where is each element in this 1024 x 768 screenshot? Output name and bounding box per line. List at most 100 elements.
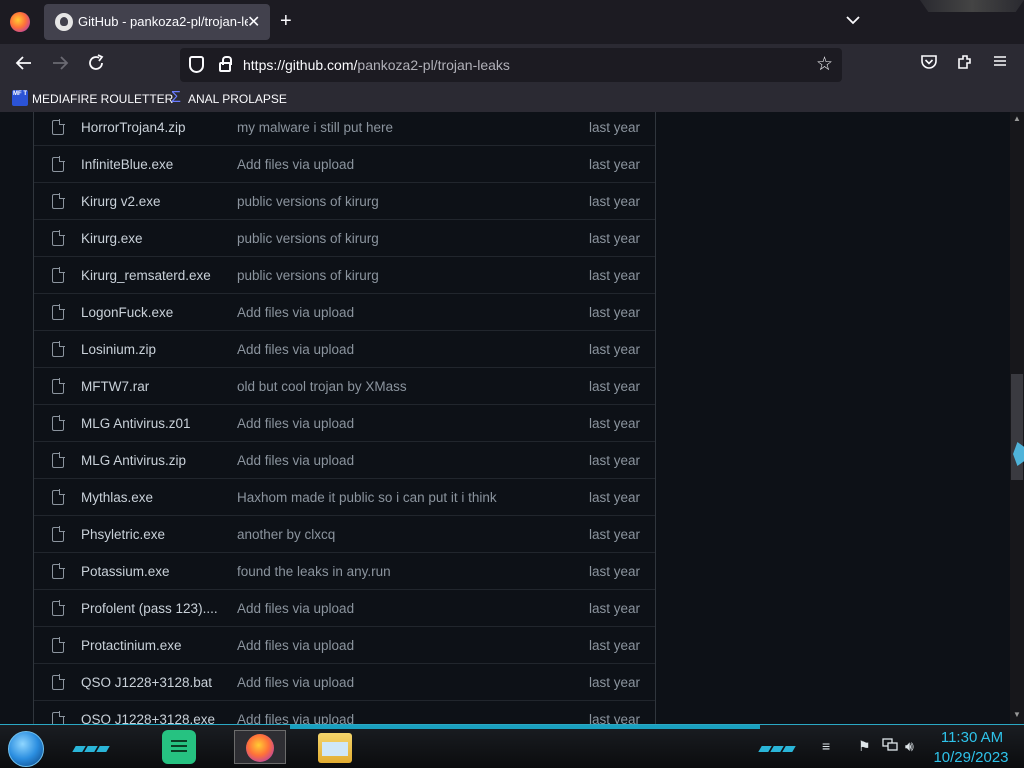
file-name-link[interactable]: QSO J1228+3128.exe — [81, 712, 215, 724]
commit-message-link[interactable]: old but cool trojan by XMass — [237, 379, 407, 394]
file-name-link[interactable]: MLG Antivirus.z01 — [81, 416, 191, 431]
file-row[interactable]: Kirurg v2.exe public versions of kirurg la… — [34, 183, 655, 220]
commit-date: last year — [589, 712, 641, 724]
file-icon — [52, 711, 65, 724]
file-row[interactable]: InfiniteBlue.exe Add files via upload last… — [34, 146, 655, 183]
file-row[interactable]: Kirurg.exe public versions of kirurg last … — [34, 220, 655, 257]
file-name-link[interactable]: Protactinium.exe — [81, 638, 182, 653]
new-tab-icon[interactable]: + — [280, 10, 292, 33]
file-name-link[interactable]: QSO J1228+3128.bat — [81, 675, 212, 690]
file-row[interactable]: QSO J1228+3128.bat Add files via upload la… — [34, 664, 655, 701]
url-text[interactable]: https://github.com/pankoza2-pl/trojan-le… — [243, 57, 510, 73]
file-row[interactable]: MFTW7.rar old but cool trojan by XMass las… — [34, 368, 655, 405]
file-name-link[interactable]: Kirurg.exe — [81, 231, 143, 246]
file-row[interactable]: QSO J1228+3128.exe Add files via upload la… — [34, 701, 655, 724]
file-name-link[interactable]: Phsyletric.exe — [81, 527, 165, 542]
commit-date: last year — [589, 675, 641, 690]
file-name-link[interactable]: MFTW7.rar — [81, 379, 149, 394]
clock-date[interactable]: 10/29/2023 — [926, 749, 1016, 766]
clock-time[interactable]: 11:30 AM — [932, 729, 1012, 746]
back-arrow-icon[interactable] — [14, 53, 34, 79]
scroll-up-arrow-icon[interactable]: ▲ — [1013, 114, 1021, 123]
page-content: HorrorTrojan4.zip my malware i still put … — [0, 112, 1010, 724]
menu-hamburger-icon[interactable] — [992, 53, 1008, 74]
file-row[interactable]: Losinium.zip Add files via upload last yea… — [34, 331, 655, 368]
pocket-icon[interactable] — [920, 53, 938, 76]
file-name-link[interactable]: Profolent (pass 123).... — [81, 601, 218, 616]
tab-list-chevron-icon[interactable] — [846, 12, 860, 28]
commit-message-link[interactable]: public versions of kirurg — [237, 231, 379, 246]
file-explorer-icon[interactable] — [318, 733, 352, 763]
file-row[interactable]: Phsyletric.exe another by clxcq last year — [34, 516, 655, 553]
network-icon[interactable] — [882, 738, 898, 755]
file-name-link[interactable]: Kirurg v2.exe — [81, 194, 161, 209]
commit-message-link[interactable]: public versions of kirurg — [237, 194, 379, 209]
file-name-link[interactable]: Kirurg_remsaterd.exe — [81, 268, 211, 283]
tray-overflow-icon[interactable]: ≡ — [822, 738, 830, 754]
file-row[interactable]: Kirurg_remsaterd.exe public versions of k… — [34, 257, 655, 294]
file-icon — [52, 341, 65, 357]
commit-message-link[interactable]: Add files via upload — [237, 157, 354, 172]
firefox-taskbar-icon[interactable] — [234, 730, 286, 764]
volume-icon[interactable]: 🔊︎ — [905, 738, 914, 755]
firefox-icon[interactable] — [10, 12, 30, 32]
commit-message-link[interactable]: Add files via upload — [237, 712, 354, 724]
commit-message-link[interactable]: public versions of kirurg — [237, 268, 379, 283]
file-icon — [52, 674, 65, 690]
file-row[interactable]: HorrorTrojan4.zip my malware i still put … — [34, 112, 655, 146]
tab-close-icon[interactable]: ✕ — [247, 12, 260, 32]
tracking-shield-icon[interactable] — [189, 56, 204, 73]
chevron-decoration-icon — [72, 739, 110, 752]
file-row[interactable]: Profolent (pass 123).... Add files via up… — [34, 590, 655, 627]
commit-message-link[interactable]: Add files via upload — [237, 305, 354, 320]
file-icon — [52, 304, 65, 320]
commit-message-link[interactable]: Add files via upload — [237, 675, 354, 690]
bookmark-label: MEDIAFIRE ROULETTER — [32, 92, 174, 106]
tab-title: GitHub - pankoza2-pl/trojan-leaks — [78, 14, 248, 29]
file-row[interactable]: MLG Antivirus.z01 Add files via upload las… — [34, 405, 655, 442]
file-icon — [52, 526, 65, 542]
url-bar[interactable]: https://github.com/pankoza2-pl/trojan-le… — [180, 48, 842, 82]
commit-message-link[interactable]: found the leaks in any.run — [237, 564, 391, 579]
notes-app-icon[interactable] — [162, 730, 196, 764]
reload-icon[interactable] — [86, 53, 106, 79]
url-host: https://github.com/ — [243, 57, 358, 73]
action-center-flag-icon[interactable]: ⚑ — [858, 738, 871, 755]
file-row[interactable]: LogonFuck.exe Add files via upload last ye… — [34, 294, 655, 331]
file-icon — [52, 267, 65, 283]
file-icon — [52, 119, 65, 135]
commit-message-link[interactable]: Add files via upload — [237, 416, 354, 431]
vertical-scrollbar[interactable]: ▲ ▼ — [1010, 112, 1024, 724]
commit-message-link[interactable]: my malware i still put here — [237, 120, 393, 135]
browser-tab[interactable]: GitHub - pankoza2-pl/trojan-leaks ✕ — [44, 4, 270, 40]
taskbar: ≡ ⚑ 🔊︎ 11:30 AM 10/29/2023 — [0, 724, 1024, 768]
file-row[interactable]: Protactinium.exe Add files via upload last… — [34, 627, 655, 664]
lock-icon[interactable] — [219, 56, 232, 72]
file-name-link[interactable]: InfiniteBlue.exe — [81, 157, 173, 172]
commit-date: last year — [589, 194, 641, 209]
scroll-down-arrow-icon[interactable]: ▼ — [1013, 710, 1021, 719]
extensions-icon[interactable] — [956, 53, 974, 76]
commit-message-link[interactable]: Add files via upload — [237, 453, 354, 468]
start-orb-button[interactable] — [8, 731, 44, 767]
file-name-link[interactable]: Losinium.zip — [81, 342, 156, 357]
file-name-link[interactable]: LogonFuck.exe — [81, 305, 173, 320]
commit-message-link[interactable]: Add files via upload — [237, 601, 354, 616]
commit-message-link[interactable]: another by clxcq — [237, 527, 335, 542]
forward-arrow-icon[interactable] — [50, 53, 70, 79]
bookmarks-toolbar: MF T MEDIAFIRE ROULETTER Σ ANAL PROLAPSE — [0, 86, 1024, 112]
bookmark-star-icon[interactable]: ☆ — [816, 53, 833, 76]
file-name-link[interactable]: Mythlas.exe — [81, 490, 153, 505]
commit-date: last year — [589, 564, 641, 579]
file-name-link[interactable]: MLG Antivirus.zip — [81, 453, 186, 468]
commit-message-link[interactable]: Add files via upload — [237, 342, 354, 357]
commit-message-link[interactable]: Add files via upload — [237, 638, 354, 653]
commit-date: last year — [589, 231, 641, 246]
file-icon — [52, 637, 65, 653]
file-row[interactable]: Potassium.exe found the leaks in any.run l… — [34, 553, 655, 590]
commit-message-link[interactable]: Haxhom made it public so i can put it i … — [237, 490, 497, 505]
file-name-link[interactable]: Potassium.exe — [81, 564, 170, 579]
file-name-link[interactable]: HorrorTrojan4.zip — [81, 120, 186, 135]
file-row[interactable]: MLG Antivirus.zip Add files via upload las… — [34, 442, 655, 479]
file-row[interactable]: Mythlas.exe Haxhom made it public so i ca… — [34, 479, 655, 516]
